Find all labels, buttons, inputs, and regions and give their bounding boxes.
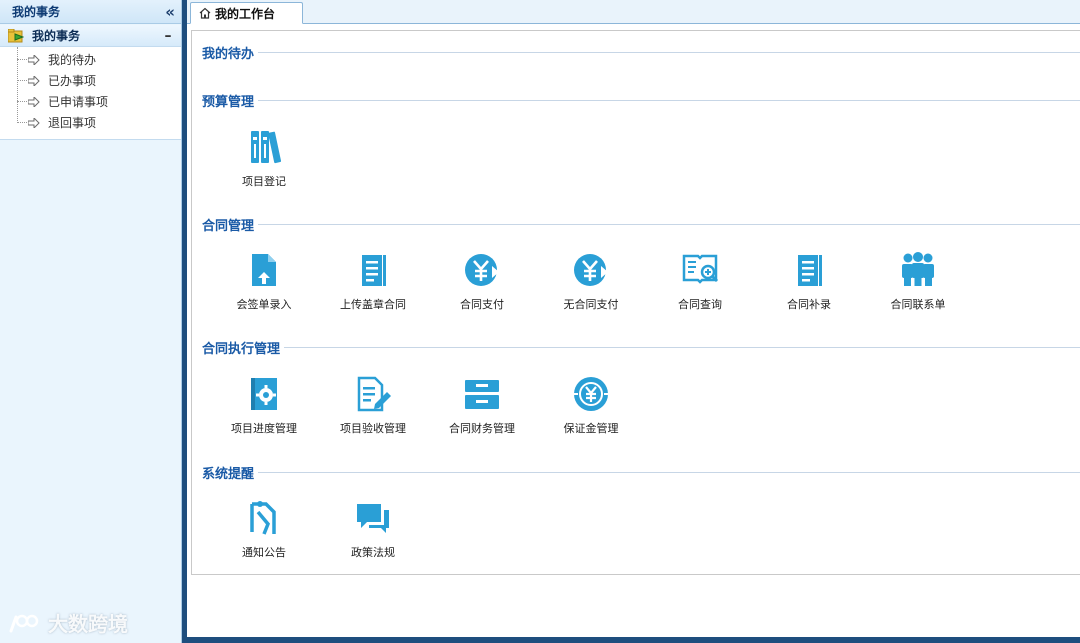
tile-project-acceptance[interactable]: 项目验收管理 — [318, 374, 428, 444]
tile-label: 保证金管理 — [563, 422, 619, 435]
sidebar-tree: 我的待办 已办事项 已申请事项 退回事项 — [0, 47, 181, 140]
tile-label: 通知公告 — [242, 546, 286, 559]
document-upload-icon — [252, 254, 276, 286]
tile-contract-liaison[interactable]: 合同联系单 — [863, 250, 973, 320]
book-gear-icon — [251, 378, 277, 410]
tile-label: 合同联系单 — [890, 298, 946, 311]
notebook-icon — [798, 255, 822, 286]
chat-bubbles-icon — [357, 504, 389, 533]
tile-label: 合同支付 — [460, 298, 504, 311]
section-title-budget: 预算管理 — [202, 91, 1080, 110]
arrow-right-icon — [28, 117, 40, 128]
section-divider — [284, 347, 1080, 348]
section-title-todo: 我的待办 — [202, 43, 1080, 62]
yuan-coin-icon — [574, 377, 608, 411]
sidebar-header: 我的事务 « — [0, 0, 181, 24]
home-icon — [199, 7, 211, 19]
sidebar-group-label: 我的事务 — [32, 29, 81, 43]
watermark-logo-icon — [9, 614, 39, 632]
sidebar-item-applied[interactable]: 已申请事项 — [0, 91, 181, 112]
bottom-bar — [187, 637, 1080, 643]
collapse-sidebar-button[interactable]: « — [165, 3, 175, 21]
notebook-icon — [362, 255, 386, 286]
tile-label: 项目登记 — [242, 175, 286, 188]
sidebar-item-label: 已办事项 — [48, 74, 97, 88]
sidebar-item-label: 我的待办 — [48, 53, 97, 67]
folder-arrow-icon — [8, 28, 24, 42]
sidebar-item-done[interactable]: 已办事项 — [0, 70, 181, 91]
tile-notice[interactable]: 通知公告 — [209, 498, 319, 568]
book-search-icon — [682, 254, 719, 284]
tile-label: 上传盖章合同 — [340, 298, 406, 311]
tab-bar: 我的工作台 — [187, 0, 1080, 24]
tile-upload-sealed-contract[interactable]: 上传盖章合同 — [318, 250, 428, 320]
tile-no-contract-payment[interactable]: 无合同支付 — [536, 250, 646, 320]
tile-label: 合同查询 — [678, 298, 722, 311]
section-title-label: 系统提醒 — [202, 467, 255, 482]
tile-contract-payment[interactable]: 合同支付 — [427, 250, 537, 320]
tile-label: 会签单录入 — [236, 298, 292, 311]
sidebar-item-label: 已申请事项 — [48, 95, 109, 109]
sidebar-title: 我的事务 — [12, 5, 61, 19]
sidebar: 我的事务 « 我的事务 – 我的待办 已办事项 已申请事项 退回事项 大数跨境 — [0, 0, 182, 643]
section-title-label: 预算管理 — [202, 95, 255, 110]
sidebar-item-returned[interactable]: 退回事项 — [0, 112, 181, 133]
workbench-panel: 我的待办 预算管理 项目登记 合同管理 会签单录入 上传盖章合同 合同支付 无合… — [191, 30, 1080, 575]
notice-icon — [250, 501, 276, 535]
tile-deposit-management[interactable]: 保证金管理 — [536, 374, 646, 444]
arrow-right-icon — [28, 96, 40, 107]
people-group-icon — [902, 252, 934, 286]
tile-project-progress[interactable]: 项目进度管理 — [209, 374, 319, 444]
sidebar-item-label: 退回事项 — [48, 116, 97, 130]
collapse-group-toggle[interactable]: – — [161, 28, 175, 44]
tile-label: 政策法规 — [351, 546, 395, 559]
section-title-label: 合同管理 — [202, 219, 255, 234]
section-title-label: 合同执行管理 — [202, 342, 281, 357]
section-title-reminder: 系统提醒 — [202, 463, 1080, 482]
tab-my-workbench[interactable]: 我的工作台 — [190, 2, 303, 24]
section-divider — [258, 472, 1080, 473]
books-icon — [251, 131, 282, 164]
tile-countersign-entry[interactable]: 会签单录入 — [209, 250, 319, 320]
tab-label: 我的工作台 — [215, 6, 276, 21]
document-edit-icon — [357, 376, 391, 412]
yuan-payment-icon — [465, 254, 499, 286]
section-title-execution: 合同执行管理 — [202, 338, 1080, 357]
sidebar-item-my-todo[interactable]: 我的待办 — [0, 49, 181, 70]
yuan-payment-icon — [574, 254, 608, 286]
tile-label: 合同补录 — [787, 298, 831, 311]
section-title-label: 我的待办 — [202, 47, 255, 62]
tile-label: 合同财务管理 — [449, 422, 515, 435]
arrow-right-icon — [28, 54, 40, 65]
tile-label: 无合同支付 — [563, 298, 619, 311]
section-divider — [258, 52, 1080, 53]
tile-project-register[interactable]: 项目登记 — [209, 127, 319, 197]
tile-contract-finance[interactable]: 合同财务管理 — [427, 374, 537, 444]
sidebar-group-my-affairs[interactable]: 我的事务 – — [0, 25, 181, 47]
tile-policy-regulations[interactable]: 政策法规 — [318, 498, 428, 568]
section-divider — [258, 100, 1080, 101]
main-area: 我的工作台 我的待办 预算管理 项目登记 合同管理 会签单录入 上传盖章合同 合… — [187, 0, 1080, 637]
tile-label: 项目验收管理 — [340, 422, 406, 435]
watermark-text: 大数跨境 — [48, 612, 128, 636]
arrow-right-icon — [28, 75, 40, 86]
drawer-icon — [465, 380, 499, 409]
tile-contract-query[interactable]: 合同查询 — [645, 250, 755, 320]
section-divider — [258, 224, 1080, 225]
tile-contract-supplement[interactable]: 合同补录 — [754, 250, 864, 320]
section-title-contract: 合同管理 — [202, 215, 1080, 234]
tile-label: 项目进度管理 — [231, 422, 297, 435]
watermark: 大数跨境 — [8, 608, 128, 637]
